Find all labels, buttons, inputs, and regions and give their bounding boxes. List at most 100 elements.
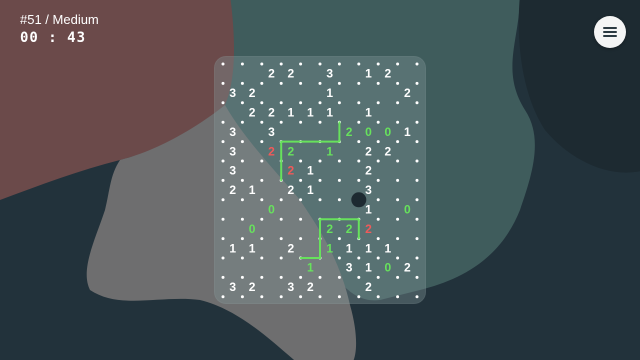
grid-dot[interactable] <box>299 217 303 221</box>
grid-dot[interactable] <box>415 159 419 163</box>
grid-dot[interactable] <box>221 62 225 66</box>
grid-dot[interactable] <box>376 120 380 124</box>
grid-dot[interactable] <box>376 101 380 105</box>
grid-dot[interactable] <box>337 256 341 260</box>
grid-dot[interactable] <box>357 120 361 124</box>
grid-dot[interactable] <box>260 256 264 260</box>
grid-dot[interactable] <box>376 140 380 144</box>
grid-dot[interactable] <box>279 295 283 299</box>
grid-dot[interactable] <box>357 62 361 66</box>
grid-dot[interactable] <box>299 120 303 124</box>
grid-dot[interactable] <box>299 178 303 182</box>
grid-dot[interactable] <box>221 81 225 85</box>
grid-dot[interactable] <box>376 275 380 279</box>
grid-dot[interactable] <box>279 198 283 202</box>
grid-dot[interactable] <box>260 198 264 202</box>
grid-dot[interactable] <box>299 275 303 279</box>
grid-dot[interactable] <box>240 81 244 85</box>
grid-dot[interactable] <box>376 295 380 299</box>
grid-dot[interactable] <box>260 237 264 241</box>
grid-dot[interactable] <box>279 120 283 124</box>
grid-dot[interactable] <box>415 81 419 85</box>
grid-dot[interactable] <box>240 237 244 241</box>
grid-dot[interactable] <box>376 159 380 163</box>
puzzle-board[interactable]: 2231232122211113320013221223212212130100… <box>214 56 426 304</box>
grid-dot[interactable] <box>279 237 283 241</box>
board-grid[interactable]: 2 2 3 1 23 2 1 22 2 1 1 1 13 3 2 0 0 13 2 2 1 2 23 2 1 22 1 2 1 30 1 00… <box>214 56 426 304</box>
grid-dot[interactable] <box>337 101 341 105</box>
grid-dot[interactable] <box>240 101 244 105</box>
grid-dot[interactable] <box>415 237 419 241</box>
grid-dot[interactable] <box>279 275 283 279</box>
grid-dot[interactable] <box>240 120 244 124</box>
grid-dot[interactable] <box>396 62 400 66</box>
grid-dot[interactable] <box>318 295 322 299</box>
grid-dot[interactable] <box>279 217 283 221</box>
grid-dot[interactable] <box>221 198 225 202</box>
grid-dot[interactable] <box>396 120 400 124</box>
grid-dot[interactable] <box>376 198 380 202</box>
grid-dot[interactable] <box>396 140 400 144</box>
grid-dot[interactable] <box>376 178 380 182</box>
grid-dot[interactable] <box>260 217 264 221</box>
grid-dot[interactable] <box>318 275 322 279</box>
grid-dot[interactable] <box>221 140 225 144</box>
grid-dot[interactable] <box>396 295 400 299</box>
grid-dot[interactable] <box>318 62 322 66</box>
grid-dot[interactable] <box>376 62 380 66</box>
grid-dot[interactable] <box>221 217 225 221</box>
grid-dot[interactable] <box>415 62 419 66</box>
grid-dot[interactable] <box>221 101 225 105</box>
grid-dot[interactable] <box>240 140 244 144</box>
grid-dot[interactable] <box>396 217 400 221</box>
grid-dot[interactable] <box>221 120 225 124</box>
grid-dot[interactable] <box>240 178 244 182</box>
grid-dot[interactable] <box>240 217 244 221</box>
grid-dot[interactable] <box>337 237 341 241</box>
grid-dot[interactable] <box>299 198 303 202</box>
grid-dot[interactable] <box>240 256 244 260</box>
grid-dot[interactable] <box>396 81 400 85</box>
grid-dot[interactable] <box>318 159 322 163</box>
grid-dot[interactable] <box>279 81 283 85</box>
grid-dot[interactable] <box>357 275 361 279</box>
cursor-marker[interactable] <box>351 192 367 208</box>
grid-dot[interactable] <box>260 62 264 66</box>
grid-dot[interactable] <box>299 237 303 241</box>
grid-dot[interactable] <box>318 101 322 105</box>
grid-dot[interactable] <box>240 159 244 163</box>
grid-dot[interactable] <box>240 275 244 279</box>
grid-dot[interactable] <box>318 198 322 202</box>
grid-dot[interactable] <box>260 120 264 124</box>
grid-dot[interactable] <box>221 159 225 163</box>
grid-dot[interactable] <box>357 295 361 299</box>
grid-dot[interactable] <box>415 217 419 221</box>
grid-dot[interactable] <box>337 275 341 279</box>
menu-button[interactable] <box>594 16 626 48</box>
grid-dot[interactable] <box>221 178 225 182</box>
grid-dot[interactable] <box>299 62 303 66</box>
grid-dot[interactable] <box>221 237 225 241</box>
grid-dot[interactable] <box>396 178 400 182</box>
grid-dot[interactable] <box>299 159 303 163</box>
grid-dot[interactable] <box>240 62 244 66</box>
grid-dot[interactable] <box>260 140 264 144</box>
grid-dot[interactable] <box>299 81 303 85</box>
grid-dot[interactable] <box>415 295 419 299</box>
grid-dot[interactable] <box>260 159 264 163</box>
grid-dot[interactable] <box>376 217 380 221</box>
grid-dot[interactable] <box>357 101 361 105</box>
grid-dot[interactable] <box>415 178 419 182</box>
grid-dot[interactable] <box>279 101 283 105</box>
grid-dot[interactable] <box>337 198 341 202</box>
grid-dot[interactable] <box>357 256 361 260</box>
grid-dot[interactable] <box>260 101 264 105</box>
grid-dot[interactable] <box>396 256 400 260</box>
grid-dot[interactable] <box>337 159 341 163</box>
grid-dot[interactable] <box>299 295 303 299</box>
grid-dot[interactable] <box>376 256 380 260</box>
grid-dot[interactable] <box>299 101 303 105</box>
grid-dot[interactable] <box>357 81 361 85</box>
grid-dot[interactable] <box>357 140 361 144</box>
grid-dot[interactable] <box>415 275 419 279</box>
